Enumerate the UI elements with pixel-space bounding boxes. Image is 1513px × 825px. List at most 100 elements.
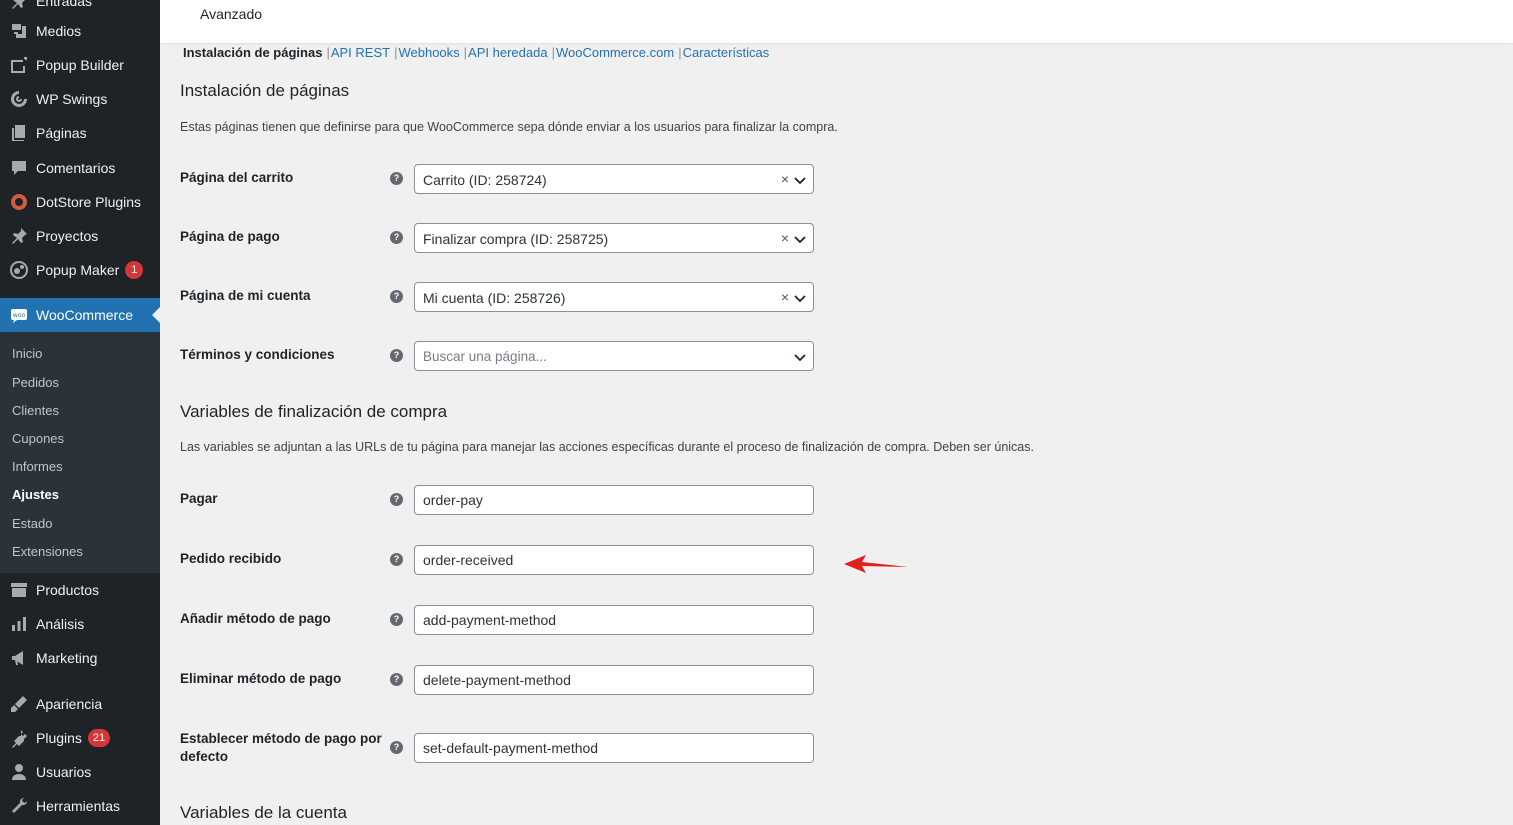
- submenu-item-ajustes[interactable]: Ajustes: [12, 487, 59, 502]
- help-icon[interactable]: ?: [390, 349, 403, 362]
- field-label-order-received-endpoint: Pedido recibido: [180, 551, 282, 566]
- sidebar-item-proyectos[interactable]: Proyectos: [0, 219, 160, 253]
- sidebar-item-wp-swings[interactable]: WP Swings: [0, 82, 160, 116]
- sidebar-item-popup-builder[interactable]: Popup Builder: [0, 48, 160, 82]
- help-icon[interactable]: ?: [390, 290, 403, 303]
- submenu-item-extensiones[interactable]: Extensiones: [12, 544, 83, 559]
- chevron-down-icon: [794, 173, 806, 185]
- sidebar-item-woocommerce[interactable]: woo WooCommerce: [0, 298, 160, 332]
- sidebar-item-label: Plugins: [36, 730, 82, 746]
- order-received-endpoint-input[interactable]: [414, 545, 814, 575]
- section-subnav: Instalación de páginas |API REST |Webhooks…: [183, 45, 770, 60]
- subnav-link-webhooks[interactable]: Webhooks: [398, 45, 459, 60]
- megaphone-icon: [0, 641, 36, 675]
- help-icon[interactable]: ?: [390, 231, 403, 244]
- sidebar-item-label: Usuarios: [36, 764, 92, 780]
- admin-sidebar: Entradas Medios Popup Builder WP Swings …: [0, 0, 160, 825]
- add-payment-method-endpoint-input[interactable]: [414, 605, 814, 635]
- sidebar-item-label: Páginas: [36, 125, 87, 141]
- sidebar-item-paginas[interactable]: Páginas: [0, 116, 160, 150]
- sidebar-item-dotstore[interactable]: DotStore Plugins: [0, 185, 160, 219]
- sidebar-item-label: Popup Maker: [36, 262, 120, 278]
- select-placeholder: Buscar una página...: [423, 349, 547, 364]
- annotation-arrow: [844, 555, 908, 573]
- update-count-badge: 1: [125, 261, 144, 279]
- update-count-badge: 21: [87, 729, 111, 747]
- subnav-link-api-heredada[interactable]: API heredada: [468, 45, 548, 60]
- section-title-checkout-endpoints: Variables de finalización de compra: [180, 402, 448, 421]
- help-icon[interactable]: ?: [390, 741, 403, 754]
- help-icon[interactable]: ?: [390, 613, 403, 626]
- woo-icon: woo: [0, 298, 36, 332]
- sidebar-item-label: Comentarios: [36, 160, 116, 176]
- sidebar-item-label: Medios: [36, 23, 82, 39]
- select-value: Finalizar compra (ID: 258725): [423, 231, 609, 247]
- field-label-pay-endpoint: Pagar: [180, 491, 218, 506]
- sidebar-item-plugins[interactable]: Plugins 21: [0, 721, 160, 755]
- field-label-terms-page: Términos y condiciones: [180, 347, 335, 362]
- sidebar-item-medios[interactable]: Medios: [0, 14, 160, 48]
- pay-endpoint-input[interactable]: [414, 485, 814, 515]
- dotstore-icon: [0, 185, 36, 219]
- help-icon[interactable]: ?: [390, 493, 403, 506]
- analytics-icon: [0, 607, 36, 641]
- clear-icon[interactable]: ×: [781, 171, 789, 187]
- chevron-down-icon: [794, 232, 806, 244]
- tab-avanzado[interactable]: Avanzado: [200, 6, 262, 22]
- select-value: Mi cuenta (ID: 258726): [423, 290, 566, 306]
- terms-page-select[interactable]: Buscar una página...: [414, 341, 814, 371]
- field-label-checkout-page: Página de pago: [180, 229, 280, 244]
- sidebar-item-label: Proyectos: [36, 228, 99, 244]
- sidebar-item-herramientas[interactable]: Herramientas: [0, 789, 160, 823]
- popup-maker-icon: [0, 253, 36, 287]
- checkout-page-select[interactable]: Finalizar compra (ID: 258725) ×: [414, 223, 814, 253]
- delete-payment-method-endpoint-input[interactable]: [414, 665, 814, 695]
- submenu-item-pedidos[interactable]: Pedidos: [12, 375, 59, 390]
- chevron-down-icon: [794, 291, 806, 303]
- subnav-link-caracteristicas[interactable]: Características: [683, 45, 770, 60]
- help-icon[interactable]: ?: [390, 553, 403, 566]
- pages-icon: [0, 116, 36, 150]
- cart-page-select[interactable]: Carrito (ID: 258724) ×: [414, 164, 814, 194]
- plugins-icon: [0, 721, 36, 755]
- section-title-page-setup: Instalación de páginas: [180, 81, 350, 100]
- sidebar-item-productos[interactable]: Productos: [0, 573, 160, 607]
- clear-icon[interactable]: ×: [781, 230, 789, 246]
- submenu-item-cupones[interactable]: Cupones: [12, 431, 64, 446]
- sidebar-item-label: Productos: [36, 582, 100, 598]
- field-label-myaccount-page: Página de mi cuenta: [180, 288, 311, 303]
- subnav-link-api-rest[interactable]: API REST: [331, 45, 390, 60]
- help-icon[interactable]: ?: [390, 172, 403, 185]
- sidebar-item-label: WP Swings: [36, 91, 108, 107]
- sidebar-item-label: Apariencia: [36, 696, 103, 712]
- subnav-current[interactable]: Instalación de páginas: [183, 45, 322, 60]
- field-label-delete-payment-method-endpoint: Eliminar método de pago: [180, 671, 342, 686]
- sidebar-item-usuarios[interactable]: Usuarios: [0, 755, 160, 789]
- sidebar-item-analisis[interactable]: Análisis: [0, 607, 160, 641]
- sidebar-item-label: WooCommerce: [36, 307, 133, 323]
- select-value: Carrito (ID: 258724): [423, 172, 547, 188]
- submenu-item-informes[interactable]: Informes: [12, 459, 63, 474]
- sidebar-item-label: Entradas: [36, 0, 93, 9]
- submenu-item-estado[interactable]: Estado: [12, 516, 52, 531]
- appearance-icon: [0, 687, 36, 721]
- woocommerce-submenu: Inicio Pedidos Clientes Cupones Informes…: [0, 332, 160, 573]
- submenu-item-clientes[interactable]: Clientes: [12, 403, 59, 418]
- field-label-set-default-payment-method-endpoint: Establecer método de pago por defecto: [180, 731, 382, 764]
- myaccount-page-select[interactable]: Mi cuenta (ID: 258726) ×: [414, 282, 814, 312]
- sidebar-item-popup-maker[interactable]: Popup Maker 1: [0, 253, 160, 287]
- sidebar-item-apariencia[interactable]: Apariencia: [0, 687, 160, 721]
- set-default-payment-method-endpoint-input[interactable]: [414, 733, 814, 763]
- sidebar-item-comentarios[interactable]: Comentarios: [0, 151, 160, 185]
- users-icon: [0, 755, 36, 789]
- sidebar-item-label: Marketing: [36, 650, 98, 666]
- popup-builder-icon: [0, 48, 36, 82]
- subnav-link-woocommerce-com[interactable]: WooCommerce.com: [556, 45, 674, 60]
- help-icon[interactable]: ?: [390, 673, 403, 686]
- submenu-item-inicio[interactable]: Inicio: [12, 346, 42, 361]
- sidebar-item-marketing[interactable]: Marketing: [0, 641, 160, 675]
- current-menu-arrow: [152, 307, 160, 323]
- field-label-add-payment-method-endpoint: Añadir método de pago: [180, 611, 331, 626]
- wp-swings-icon: [0, 82, 36, 116]
- clear-icon[interactable]: ×: [781, 289, 789, 305]
